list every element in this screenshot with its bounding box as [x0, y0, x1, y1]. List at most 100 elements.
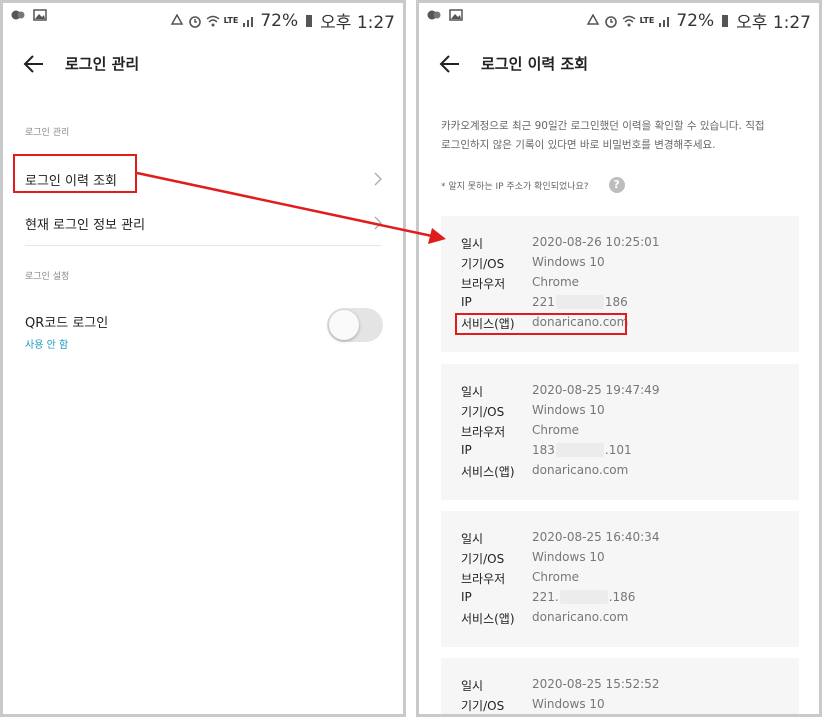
label-service: 서비스(앱): [461, 317, 515, 331]
signal-icon: [659, 16, 670, 27]
label-ip: IP: [461, 295, 472, 309]
menu-item-current-login[interactable]: 현재 로그인 정보 관리: [25, 208, 383, 236]
ip-suffix: .101: [604, 443, 632, 457]
history-description: 카카오계정으로 최근 90일간 로그인했던 이력을 확인할 수 있습니다. 직접…: [441, 117, 799, 155]
record-row-browser: 브라우저 Chrome: [461, 421, 789, 441]
value-device: Windows 10: [532, 697, 605, 711]
record-row-device: 기기/OS Windows 10: [461, 695, 789, 714]
label-ip: IP: [461, 590, 472, 604]
value-device: Windows 10: [532, 403, 605, 417]
value-device: Windows 10: [532, 550, 605, 564]
record-row-ip: IP 221 186: [461, 293, 789, 313]
help-icon[interactable]: ?: [608, 177, 625, 193]
record-row-datetime: 일시 2020-08-25 16:40:34: [461, 528, 789, 548]
lte-indicator: LTE: [223, 15, 239, 25]
label-ip: IP: [461, 443, 472, 457]
login-record-card: 일시 2020-08-25 16:40:34 기기/OS Windows 10 …: [441, 511, 799, 647]
record-row-service: 서비스(앱) donaricano.com: [461, 313, 789, 333]
value-service: donaricano.com: [532, 610, 629, 624]
battery-percent: 72%: [260, 10, 299, 31]
unknown-ip-note-text: * 알지 못하는 IP 주소가 확인되었나요?: [441, 181, 589, 192]
wifi-icon: [622, 15, 636, 26]
record-row-datetime: 일시 2020-08-25 19:47:49: [461, 381, 789, 401]
status-bar: LTE 72% 오후 1:27: [427, 6, 811, 33]
page-title: 로그인 관리: [65, 55, 140, 73]
notification-app-icon: [11, 10, 25, 20]
ip-prefix: 183: [532, 443, 555, 457]
label-device: 기기/OS: [461, 699, 505, 713]
alarm-icon: [604, 15, 617, 28]
record-row-browser: 브라우저 Chrome: [461, 568, 789, 588]
battery-icon: [306, 14, 313, 27]
battery-icon: [722, 14, 729, 27]
record-row-browser: 브라우저 Chrome: [461, 273, 789, 293]
app-bar: 로그인 관리: [3, 47, 403, 81]
signal-icon: [243, 16, 254, 27]
label-device: 기기/OS: [461, 405, 505, 419]
ip-redacted: [555, 443, 604, 457]
record-row-device: 기기/OS Windows 10: [461, 401, 789, 421]
image-icon: [449, 9, 463, 21]
ip-prefix: 221: [532, 295, 555, 309]
divider: [25, 245, 381, 246]
qr-login-status: 사용 안 함: [25, 340, 69, 351]
label-datetime: 일시: [461, 532, 484, 546]
section-label-login-manage: 로그인 관리: [25, 128, 70, 138]
value-datetime: 2020-08-25 19:47:49: [532, 383, 660, 397]
menu-item-login-history[interactable]: 로그인 이력 조회: [25, 164, 383, 192]
login-management-screen: LTE 72% 오후 1:27 로그인 관리 로그인 관리 로그인 이력 조회 …: [0, 0, 406, 717]
label-browser: 브라우저: [461, 425, 506, 439]
chevron-right-icon: [374, 172, 382, 186]
record-row-datetime: 일시 2020-08-25 15:52:52: [461, 675, 789, 695]
notification-app-icon: [427, 10, 441, 20]
record-row-device: 기기/OS Windows 10: [461, 253, 789, 273]
ip-redacted: [555, 295, 604, 309]
value-browser: Chrome: [532, 423, 580, 437]
record-row-ip: IP 183 .101: [461, 441, 789, 461]
menu-item-label: 현재 로그인 정보 관리: [25, 218, 146, 233]
clock: 오후 1:27: [736, 13, 811, 33]
label-datetime: 일시: [461, 679, 484, 693]
menu-item-label: 로그인 이력 조회: [25, 174, 117, 189]
ip-suffix: .186: [608, 590, 636, 604]
qr-login-toggle[interactable]: [327, 308, 383, 342]
login-record-card: 일시 2020-08-26 10:25:01 기기/OS Windows 10 …: [441, 216, 799, 352]
value-service: donaricano.com: [532, 315, 629, 329]
value-ip: 221. .186: [532, 590, 635, 604]
ip-prefix: 221.: [532, 590, 559, 604]
lte-indicator: LTE: [639, 15, 655, 25]
record-row-datetime: 일시 2020-08-26 10:25:01: [461, 233, 789, 253]
unknown-ip-note: * 알지 못하는 IP 주소가 확인되었나요? ?: [441, 177, 625, 193]
record-row-ip: IP 221. .186: [461, 588, 789, 608]
recycle-icon: [170, 13, 183, 25]
login-history-screen: LTE 72% 오후 1:27 로그인 이력 조회 카카오계정으로 최근 90일…: [416, 0, 822, 717]
record-row-service: 서비스(앱) donaricano.com: [461, 608, 789, 628]
ip-suffix: 186: [604, 295, 628, 309]
ip-redacted: [559, 590, 608, 604]
qr-login-label: QR코드 로그인: [25, 316, 109, 331]
label-datetime: 일시: [461, 237, 484, 251]
login-record-card: 일시 2020-08-25 19:47:49 기기/OS Windows 10 …: [441, 364, 799, 500]
recycle-icon: [586, 13, 599, 25]
label-browser: 브라우저: [461, 277, 506, 291]
image-icon: [33, 9, 47, 21]
label-service: 서비스(앱): [461, 612, 515, 626]
description-line: 카카오계정으로 최근 90일간 로그인했던 이력을 확인할 수 있습니다. 직접: [441, 120, 765, 132]
value-datetime: 2020-08-25 15:52:52: [532, 677, 660, 691]
back-arrow-icon[interactable]: [21, 51, 47, 77]
label-browser: 브라우저: [461, 572, 506, 586]
label-service: 서비스(앱): [461, 465, 515, 479]
clock: 오후 1:27: [320, 13, 395, 33]
wifi-icon: [206, 15, 220, 26]
value-datetime: 2020-08-25 16:40:34: [532, 530, 660, 544]
value-datetime: 2020-08-26 10:25:01: [532, 235, 660, 249]
status-bar: LTE 72% 오후 1:27: [11, 6, 395, 33]
toggle-knob: [329, 310, 359, 340]
description-line: 로그인하지 않은 기록이 있다면 바로 비밀번호를 변경해주세요.: [441, 139, 716, 151]
value-service: donaricano.com: [532, 463, 629, 477]
chevron-right-icon: [374, 216, 382, 230]
value-browser: Chrome: [532, 570, 580, 584]
value-device: Windows 10: [532, 255, 605, 269]
value-ip: 221 186: [532, 295, 628, 309]
back-arrow-icon[interactable]: [437, 51, 463, 77]
